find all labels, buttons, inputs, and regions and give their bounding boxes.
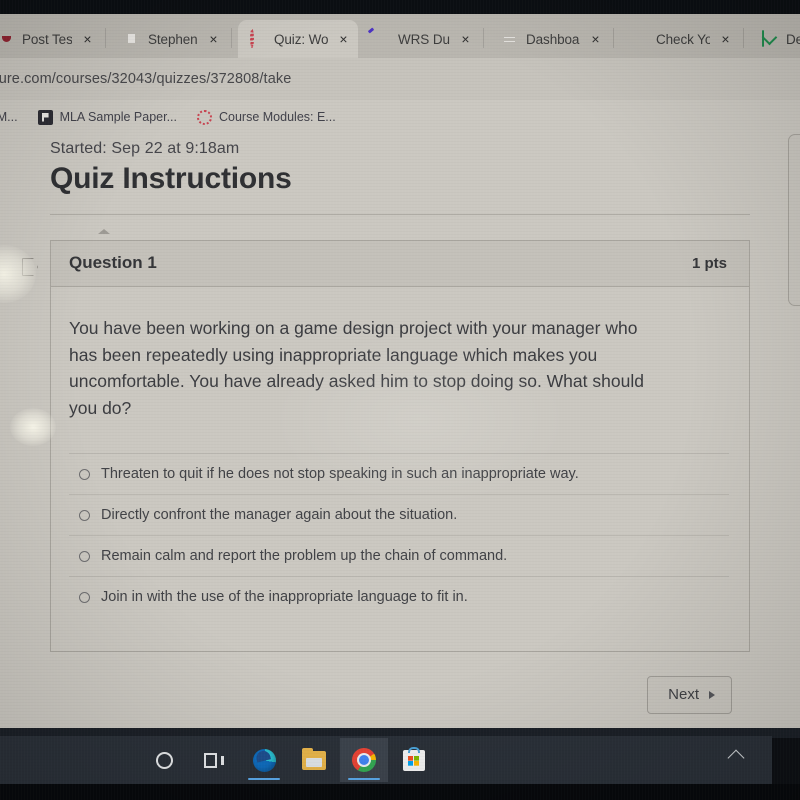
bookmarks-bar: | M... MLA Sample Paper... Course Module… <box>0 100 800 135</box>
quiz-started-text: Started: Sep 22 at 9:18am <box>50 140 240 157</box>
browser-tab-stephen[interactable]: Stephen o × <box>112 20 228 58</box>
right-side-popup-panel[interactable] <box>788 134 800 306</box>
bookmark-item-course-modules[interactable]: Course Modules: E... <box>197 109 336 125</box>
quiz-content: Started: Sep 22 at 9:18am Quiz Instructi… <box>22 140 750 728</box>
task-view-button[interactable] <box>190 738 238 782</box>
radio-button-icon[interactable] <box>79 591 90 603</box>
tab-title: Check You <box>656 31 710 47</box>
chrome-browser-window: Post Test: × Stephen o × Quiz: Wor × WRS… <box>0 14 800 728</box>
address-bar[interactable]: tructure.com/courses/32043/quizzes/37280… <box>0 58 800 100</box>
answer-label: Threaten to quit if he does not stop spe… <box>101 466 579 482</box>
canvas-icon <box>250 29 266 48</box>
tab-separator <box>743 28 744 48</box>
taskbar-google-chrome[interactable] <box>340 738 388 782</box>
cortana-icon <box>155 751 173 769</box>
bookmark-item-mla-sample-paper[interactable]: MLA Sample Paper... <box>37 109 177 125</box>
browser-tab-wrs-duty[interactable]: WRS Duty × <box>362 20 480 58</box>
question-wrapper: Question 1 1 pts You have been working o… <box>22 240 750 652</box>
microsoft-edge-icon <box>252 748 276 772</box>
globe-icon <box>502 31 518 47</box>
close-icon[interactable]: × <box>587 31 604 48</box>
running-indicator <box>348 777 380 780</box>
taskbar-microsoft-edge[interactable] <box>240 738 288 782</box>
photo-bottom-border <box>0 784 800 800</box>
running-indicator <box>248 777 280 780</box>
close-icon[interactable]: × <box>457 31 474 48</box>
tab-separator <box>483 28 484 48</box>
browser-tab-strip: Post Test: × Stephen o × Quiz: Wor × WRS… <box>0 14 800 58</box>
taskbar-file-explorer[interactable] <box>290 738 338 782</box>
show-hidden-icons-chevron-icon[interactable] <box>727 749 745 767</box>
taskbar-microsoft-store[interactable] <box>390 738 438 782</box>
tab-title: Dashboard <box>526 31 580 47</box>
answer-option[interactable]: Join in with the use of the inappropriat… <box>69 576 729 617</box>
screen-photo: Post Test: × Stephen o × Quiz: Wor × WRS… <box>0 0 800 800</box>
desmos-icon <box>762 30 778 47</box>
purdue-owl-icon <box>37 109 53 125</box>
browser-tab-check-you[interactable]: Check You × <box>620 20 740 58</box>
question-label: Question 1 <box>69 253 157 272</box>
url-text: tructure.com/courses/32043/quizzes/37280… <box>0 71 292 87</box>
bookmark-label: | M... <box>0 110 18 124</box>
question-points: 1 pts <box>691 254 727 272</box>
tab-separator <box>613 28 614 48</box>
microsoft-store-icon <box>403 746 425 771</box>
tab-title: Post Test: <box>22 31 72 47</box>
answer-label: Join in with the use of the inappropriat… <box>101 589 468 605</box>
answer-option[interactable]: Threaten to quit if he does not stop spe… <box>69 453 729 494</box>
next-button-label: Next <box>668 686 699 703</box>
tab-title: WRS Duty <box>398 31 450 47</box>
next-button[interactable]: Next <box>647 676 732 714</box>
radio-button-icon[interactable] <box>79 550 90 562</box>
answer-option[interactable]: Directly confront the manager again abou… <box>69 494 729 535</box>
task-view-icon <box>204 752 224 768</box>
divider <box>50 214 750 215</box>
question-text: You have been working on a game design p… <box>69 318 644 418</box>
bookmark-item-m[interactable]: | M... <box>0 110 18 124</box>
tab-title: Quiz: Wor <box>274 31 328 47</box>
browser-tab-post-test[interactable]: Post Test: × <box>0 20 102 58</box>
edge-red-icon <box>0 31 14 47</box>
answer-label: Remain calm and report the problem up th… <box>101 548 508 564</box>
bookmark-label: MLA Sample Paper... <box>59 110 177 124</box>
dark-document-icon <box>124 31 140 47</box>
question-header: Question 1 1 pts <box>51 241 749 287</box>
page-viewport: k... Started: Sep 22 at 9:18am Quiz Inst… <box>0 134 800 728</box>
answer-list: Threaten to quit if he does not stop spe… <box>69 453 729 617</box>
close-icon[interactable]: × <box>717 31 734 48</box>
question-card: Question 1 1 pts You have been working o… <box>50 240 750 652</box>
tab-title: Stephen o <box>148 31 198 47</box>
cortana-button[interactable] <box>140 738 188 782</box>
browser-tab-quiz-work[interactable]: Quiz: Wor × <box>238 20 358 58</box>
tab-separator <box>231 28 232 48</box>
canvas-icon <box>197 109 212 125</box>
answer-label: Directly confront the manager again abou… <box>101 507 458 523</box>
windows-taskbar <box>0 736 772 784</box>
quizlet-icon <box>374 31 390 47</box>
question-body: You have been working on a game design p… <box>51 287 749 651</box>
flag-icon <box>632 31 648 47</box>
file-explorer-icon <box>302 747 326 770</box>
google-chrome-icon <box>352 748 376 772</box>
browser-tab-dashboard[interactable]: Dashboard × <box>490 20 610 58</box>
tab-separator <box>105 28 106 48</box>
tab-title: Desmos | <box>786 31 800 47</box>
bookmark-label: Course Modules: E... <box>219 110 336 124</box>
radio-button-icon[interactable] <box>79 468 90 480</box>
next-button-row: Next <box>50 676 750 714</box>
answer-option[interactable]: Remain calm and report the problem up th… <box>69 535 729 576</box>
browser-tab-desmos[interactable]: Desmos | <box>750 20 800 58</box>
close-icon[interactable]: × <box>205 31 222 48</box>
flag-question-icon[interactable] <box>22 258 38 276</box>
collapse-caret-icon[interactable] <box>98 229 110 234</box>
close-icon[interactable]: × <box>335 31 352 48</box>
radio-button-icon[interactable] <box>79 509 90 521</box>
chevron-right-icon <box>709 690 715 699</box>
page-title: Quiz Instructions <box>50 162 292 195</box>
close-icon[interactable]: × <box>79 31 96 48</box>
